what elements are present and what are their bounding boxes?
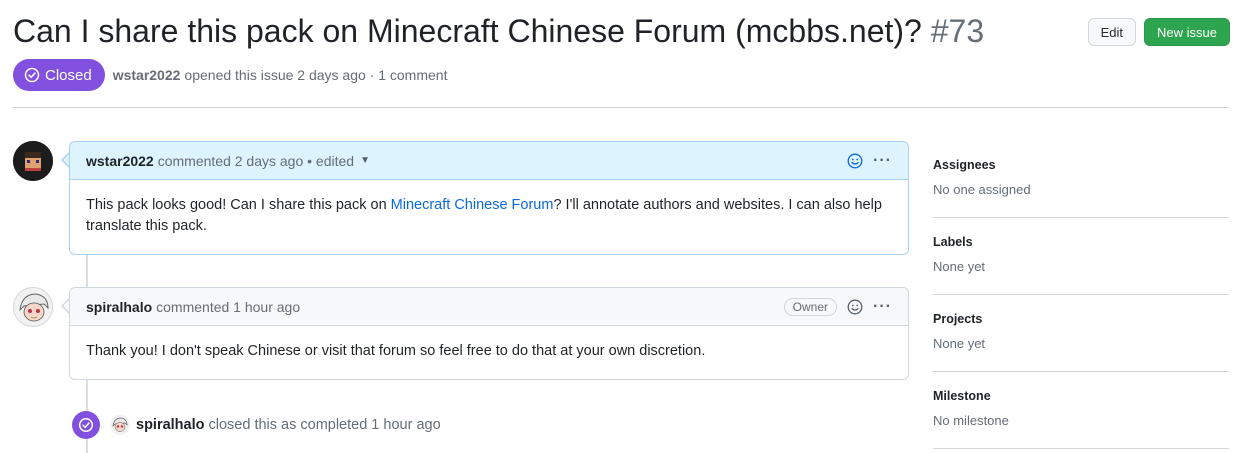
sidebar-assignees: Assignees No one assigned <box>933 141 1229 218</box>
avatar[interactable] <box>110 415 130 435</box>
comment-card: spiralhalo commented 1 hour ago Owner ··… <box>69 287 909 380</box>
comment-author-link[interactable]: spiralhalo <box>86 299 152 315</box>
sidebar-title: Assignees <box>933 158 996 172</box>
smiley-icon[interactable] <box>847 153 863 169</box>
closed-event: spiralhalo closed this as completed 1 ho… <box>72 411 441 439</box>
forum-link[interactable]: Minecraft Chinese Forum <box>391 197 554 213</box>
issue-author-link[interactable]: wstar2022 <box>113 67 181 83</box>
comment-header: spiralhalo commented 1 hour ago Owner ··… <box>70 288 908 326</box>
sidebar-milestone: Milestone No milestone <box>933 372 1229 449</box>
sidebar-projects: Projects None yet <box>933 295 1229 372</box>
caret-down-icon[interactable]: ▼ <box>360 155 370 166</box>
owner-badge: Owner <box>783 298 838 316</box>
header-actions: Edit New issue <box>1087 18 1230 46</box>
sidebar-labels: Labels None yet <box>933 218 1229 295</box>
avatar[interactable] <box>13 141 53 181</box>
issue-title: Can I share this pack on Minecraft Chine… <box>13 8 1230 54</box>
comment-actions: ··· <box>847 142 892 180</box>
timeline-line <box>86 379 88 412</box>
pixel-avatar-icon <box>13 141 53 181</box>
sidebar-value: None yet <box>933 336 986 351</box>
new-issue-button[interactable]: New issue <box>1144 18 1230 46</box>
header-divider <box>13 107 1229 108</box>
check-circle-icon <box>24 67 40 83</box>
avatar[interactable] <box>13 287 53 327</box>
status-label: Closed <box>45 66 92 84</box>
timeline-line <box>86 439 88 453</box>
issue-number: #73 <box>930 13 985 49</box>
comment-text: This pack looks good! Can I share this p… <box>86 197 391 213</box>
timeline-line <box>86 254 88 287</box>
anime-avatar-icon <box>14 288 52 326</box>
sidebar-value: None yet <box>933 259 986 274</box>
anime-avatar-icon <box>110 415 130 435</box>
comment-author-link[interactable]: wstar2022 <box>86 153 154 169</box>
check-circle-icon <box>78 417 94 433</box>
smiley-icon[interactable] <box>847 299 863 315</box>
sidebar-title: Milestone <box>933 389 991 403</box>
event-badge <box>72 411 100 439</box>
issue-meta-text: opened this issue 2 days ago · 1 comment <box>184 67 448 83</box>
comment-card: wstar2022 commented 2 days ago • edited … <box>69 141 909 255</box>
event-author-link[interactable]: spiralhalo <box>136 417 205 433</box>
comment-meta[interactable]: commented 2 days ago • edited <box>158 153 354 169</box>
sidebar-title: Labels <box>933 235 973 249</box>
issue-title-text: Can I share this pack on Minecraft Chine… <box>13 13 922 49</box>
issue-meta: Closed wstar2022 opened this issue 2 day… <box>13 59 447 91</box>
comment-body: This pack looks good! Can I share this p… <box>70 180 908 253</box>
sidebar-title: Projects <box>933 312 983 326</box>
issue-header: Can I share this pack on Minecraft Chine… <box>13 8 1230 54</box>
event-text: closed this as completed 1 hour ago <box>208 417 441 433</box>
issue-sidebar: Assignees No one assigned Labels None ye… <box>933 141 1229 449</box>
sidebar-value: No milestone <box>933 413 1009 428</box>
kebab-menu-icon[interactable]: ··· <box>873 152 892 170</box>
status-badge: Closed <box>13 59 105 91</box>
comment-body: Thank you! I don't speak Chinese or visi… <box>86 343 706 359</box>
comment-header: wstar2022 commented 2 days ago • edited … <box>70 142 908 180</box>
comment-meta[interactable]: commented 1 hour ago <box>156 299 300 315</box>
edit-button[interactable]: Edit <box>1087 18 1137 46</box>
sidebar-value: No one assigned <box>933 182 1031 197</box>
comment-actions: Owner ··· <box>783 288 892 326</box>
kebab-menu-icon[interactable]: ··· <box>873 298 892 316</box>
